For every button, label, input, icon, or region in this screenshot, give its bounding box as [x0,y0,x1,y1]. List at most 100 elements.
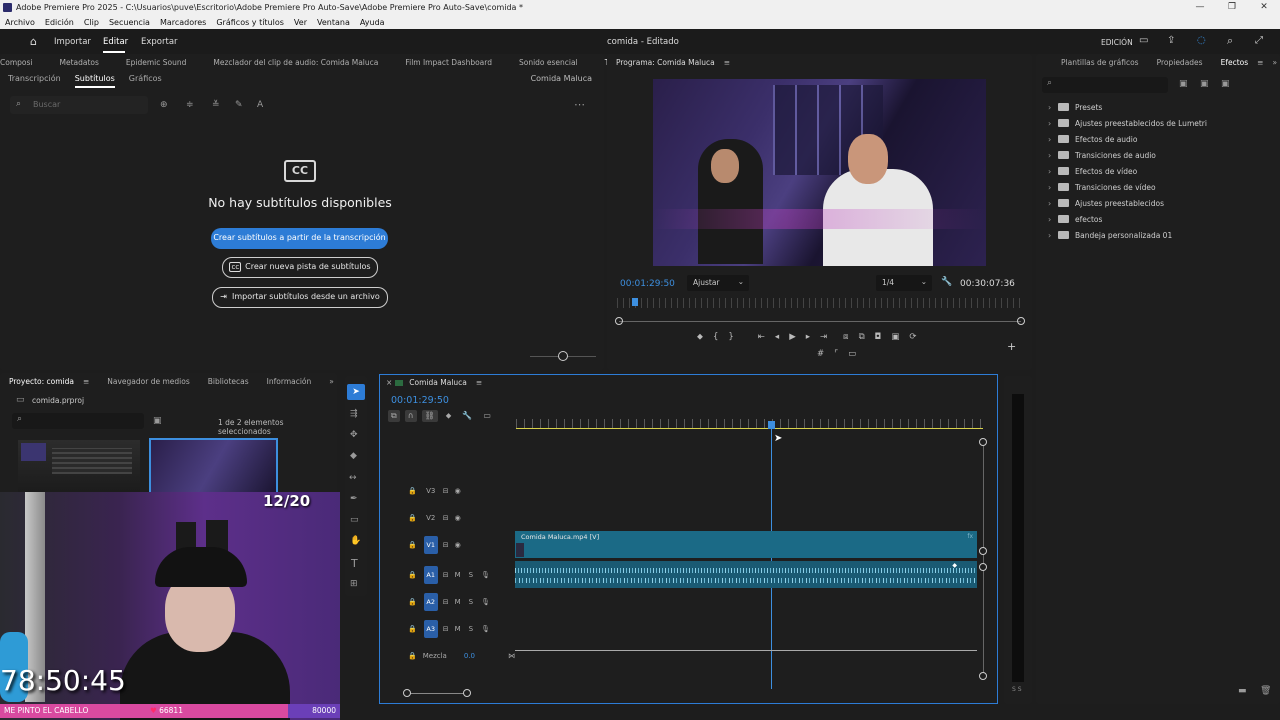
slip-tool-icon[interactable]: ↔ [349,473,357,483]
eye-icon[interactable]: ◉ [455,487,461,495]
tree-item-efectos-audio[interactable]: › Efectos de audio [1048,131,1268,147]
split-icon[interactable]: ≑ [186,100,194,110]
mute-button[interactable]: M [455,598,461,606]
tab-importar[interactable]: Importar [54,37,91,47]
lift-icon[interactable]: ⧈ [843,332,848,342]
track-label[interactable]: V3 [421,487,441,495]
monitor-ruler[interactable] [617,298,1022,308]
32bit-effects-icon[interactable]: ▣ [1200,79,1209,89]
panel-overflow-icon[interactable]: » [320,377,343,386]
menu-ayuda[interactable]: Ayuda [355,18,390,27]
home-icon[interactable]: ⌂ [30,35,37,48]
add-marker-icon[interactable]: ⬥ [443,410,455,422]
workspace-panel-icon[interactable]: ▭ [1139,35,1148,46]
tree-item-efectos-video[interactable]: › Efectos de vídeo [1048,163,1268,179]
panel-overflow-icon[interactable]: » [1272,58,1280,67]
go-to-in-icon[interactable]: ⇤ [758,332,765,342]
tab-plantillas-graficos[interactable]: Plantillas de gráficos [1036,58,1148,67]
lock-icon[interactable]: 🔒 [408,652,417,660]
tab-efectos[interactable]: Efectos [1212,58,1258,67]
mic-icon[interactable]: 🎙 [481,571,490,579]
import-captions-button[interactable]: ⇥ Importar subtítulos desde un archivo [212,287,388,308]
video-clip[interactable]: Comida Maluca.mp4 [V] fx [515,531,977,558]
marker-icon[interactable]: ⬥ [697,332,703,342]
menu-ver[interactable]: Ver [289,18,312,27]
scroll-handle-left[interactable] [615,317,623,325]
v-scroll-handle[interactable] [979,563,987,571]
v-scroll-handle[interactable] [979,438,987,446]
track-label[interactable]: A3 [423,619,438,638]
mark-in-icon[interactable]: { [713,332,718,342]
add-icon[interactable]: ⊕ [160,100,168,110]
panel-menu-icon[interactable]: ≡ [724,58,739,67]
step-back-icon[interactable]: ◂ [775,332,779,342]
tab-propiedades[interactable]: Propiedades [1148,58,1212,67]
h-zoom-track[interactable] [408,693,468,694]
compare-icon[interactable]: ▣ [891,332,899,342]
tab-proyecto[interactable]: Proyecto: comida [0,377,83,386]
subtab-graficos[interactable]: Gráficos [129,74,162,88]
bin-icon[interactable]: ▣ [153,416,162,426]
new-bin-icon[interactable]: ▬ [1238,686,1247,696]
sync-icon[interactable]: ⊟ [443,598,449,606]
tab-epidemic-sound[interactable]: Epidemic Sound [108,58,195,67]
translate-icon[interactable]: A [257,100,263,110]
menu-clip[interactable]: Clip [79,18,104,27]
tab-composi[interactable]: Composi [0,58,41,67]
tab-metadatos[interactable]: Metadatos [41,58,107,67]
mix-value[interactable]: 0.0 [464,652,475,660]
grid-icon[interactable]: # [817,349,824,359]
monitor-playhead[interactable] [632,298,638,306]
v-scroll-handle[interactable] [979,547,987,555]
yuv-effects-icon[interactable]: ▣ [1221,79,1230,89]
sync-icon[interactable]: ⊟ [443,487,449,495]
tab-sonido-esencial[interactable]: Sonido esencial [501,58,587,67]
project-search-field[interactable]: ⌕ [12,413,144,429]
track-select-tool-icon[interactable]: ⇶ [350,409,358,419]
tree-item-efectos[interactable]: › efectos [1048,211,1268,227]
wrench-icon[interactable]: 🔧 [941,277,952,287]
sync-icon[interactable]: ⊟ [443,571,449,579]
extract-icon[interactable]: ⧉ [859,332,865,342]
track-label[interactable]: V2 [421,514,441,522]
h-zoom-handle-right[interactable] [463,689,471,697]
timeline-playhead-handle[interactable] [768,421,775,429]
search-icon[interactable]: ⌕ [1227,34,1233,48]
hand-tool-icon[interactable]: ✋ [350,536,361,546]
progress-icon[interactable]: ◌ [1197,35,1206,46]
search-field[interactable]: ⌕ Buscar [10,96,148,114]
mark-out-icon[interactable]: } [728,332,733,342]
play-icon[interactable]: ▶ [789,332,796,342]
close-tab-icon[interactable]: × [380,378,395,387]
mute-button[interactable]: M [455,571,461,579]
track-label[interactable]: A2 [423,592,438,611]
sync-icon[interactable]: ⊟ [443,514,449,522]
sync-icon[interactable]: ⊟ [443,625,449,633]
v-scroll-handle[interactable] [979,672,987,680]
tree-item-presets[interactable]: › Presets [1048,99,1268,115]
tab-editar[interactable]: Editar [103,37,128,47]
track-label[interactable]: V1 [423,535,438,554]
solo-button[interactable]: S [469,625,473,633]
maximize-button[interactable]: ❐ [1216,0,1248,15]
menu-marcadores[interactable]: Marcadores [155,18,211,27]
more-options-icon[interactable]: ⋯ [574,98,585,111]
subtab-transcripcion[interactable]: Transcripción [8,74,61,88]
program-timecode[interactable]: 00:01:29:50 [620,279,675,289]
project-thumbnail-clip[interactable] [149,438,278,496]
tree-item-lumetri[interactable]: › Ajustes preestablecidos de Lumetri [1048,115,1268,131]
timeline-sequence-name[interactable]: Comida Maluca [403,378,476,387]
camera-icon[interactable]: ◘ [875,332,882,342]
menu-graficos[interactable]: Gráficos y títulos [211,18,289,27]
fullscreen-icon[interactable]: ⤢ [1255,35,1263,46]
fit-dropdown[interactable]: Ajustar ⌄ [687,275,749,291]
scroll-handle-right[interactable] [1017,317,1025,325]
subtab-subtitulos[interactable]: Subtítulos [74,74,115,88]
tab-navegador-medios[interactable]: Navegador de medios [98,377,198,386]
audio-clip[interactable]: ◆ [515,561,977,588]
create-from-transcription-button[interactable]: Crear subtítulos a partir de la transcri… [211,228,388,249]
tree-item-ajustes[interactable]: › Ajustes preestablecidos [1048,195,1268,211]
close-button[interactable]: ✕ [1248,0,1280,15]
lock-icon[interactable]: 🔒 [408,514,417,522]
crop-icon[interactable]: ⌜ [834,349,838,359]
